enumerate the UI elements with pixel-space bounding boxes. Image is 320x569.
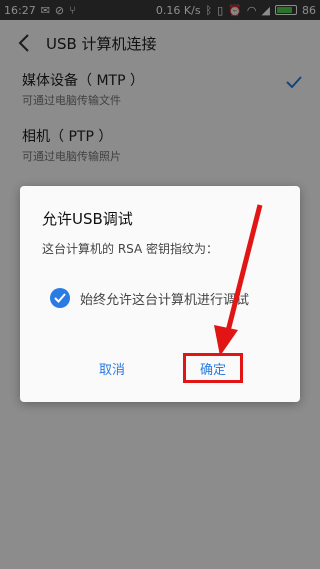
usb-debug-dialog: 允许USB调试 这台计算机的 RSA 密钥指纹为： 始终允许这台计算机进行调试 … — [20, 186, 300, 402]
dialog-title: 允许USB调试 — [42, 210, 133, 228]
ok-button[interactable]: 确定 — [183, 353, 243, 383]
checkbox-checked-icon[interactable] — [50, 288, 70, 308]
dialog-message: 这台计算机的 RSA 密钥指纹为： — [42, 242, 219, 256]
always-allow-checkbox[interactable]: 始终允许这台计算机进行调试 — [50, 288, 249, 308]
checkbox-label: 始终允许这台计算机进行调试 — [80, 292, 250, 308]
cancel-button[interactable]: 取消 — [82, 354, 142, 382]
